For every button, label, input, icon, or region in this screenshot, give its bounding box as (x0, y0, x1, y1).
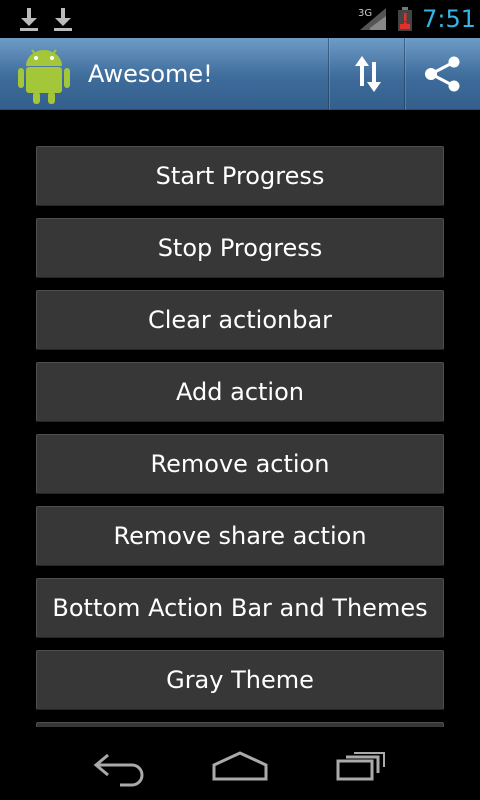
status-time: 7:51 (422, 5, 476, 33)
status-bar: 3G 7:51 (0, 0, 480, 38)
remove-action-button[interactable]: Remove action (36, 434, 444, 494)
home-icon[interactable] (200, 739, 280, 789)
navigation-bar (0, 727, 480, 800)
clear-actionbar-button[interactable]: Clear actionbar (36, 290, 444, 350)
action-bar: Awesome! (0, 38, 480, 110)
start-progress-button[interactable]: Start Progress (36, 146, 444, 206)
stop-progress-button[interactable]: Stop Progress (36, 218, 444, 278)
svg-text:3G: 3G (358, 8, 372, 19)
button-list: Start Progress Stop Progress Clear actio… (0, 110, 480, 727)
refresh-action-button[interactable] (330, 38, 405, 110)
add-action-button[interactable]: Add action (36, 362, 444, 422)
action-separator (328, 38, 329, 110)
back-icon[interactable] (80, 739, 160, 789)
share-icon (424, 56, 459, 92)
android-icon[interactable] (12, 42, 76, 106)
share-action-button[interactable] (405, 38, 480, 110)
battery-low-icon (398, 7, 412, 31)
download-icon (54, 8, 72, 31)
gray-theme-button[interactable]: Gray Theme (36, 650, 444, 710)
refresh-sync-icon (354, 56, 381, 92)
signal-3g-icon: 3G (358, 8, 386, 30)
download-icon (20, 8, 38, 31)
bottom-action-bar-themes-button[interactable]: Bottom Action Bar and Themes (36, 578, 444, 638)
recent-apps-icon[interactable] (322, 739, 402, 789)
remove-share-action-button[interactable]: Remove share action (36, 506, 444, 566)
action-bar-title: Awesome! (88, 60, 213, 88)
